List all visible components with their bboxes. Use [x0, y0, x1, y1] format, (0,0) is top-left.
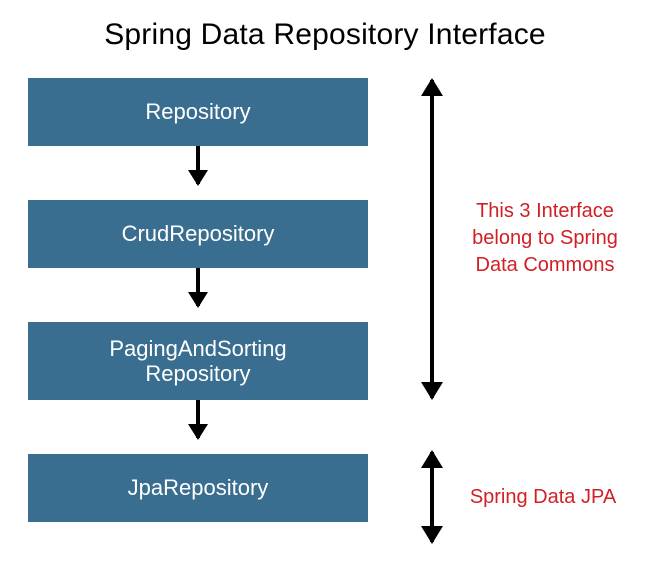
diagram-title: Spring Data Repository Interface [0, 18, 650, 52]
annotation-commons: This 3 Interfacebelong to SpringData Com… [460, 198, 630, 279]
annotation-jpa: Spring Data JPA [458, 484, 628, 511]
span-arrow-jpa-icon [430, 452, 434, 542]
node-jpa-repository: JpaRepository [28, 454, 368, 522]
node-repository: Repository [28, 78, 368, 146]
arrow-down-icon [196, 268, 200, 306]
span-arrow-commons-icon [430, 80, 434, 398]
node-crud-repository: CrudRepository [28, 200, 368, 268]
arrow-down-icon [196, 400, 200, 438]
arrow-down-icon [196, 146, 200, 184]
node-paging-and-sorting-repository: PagingAndSortingRepository [28, 322, 368, 400]
